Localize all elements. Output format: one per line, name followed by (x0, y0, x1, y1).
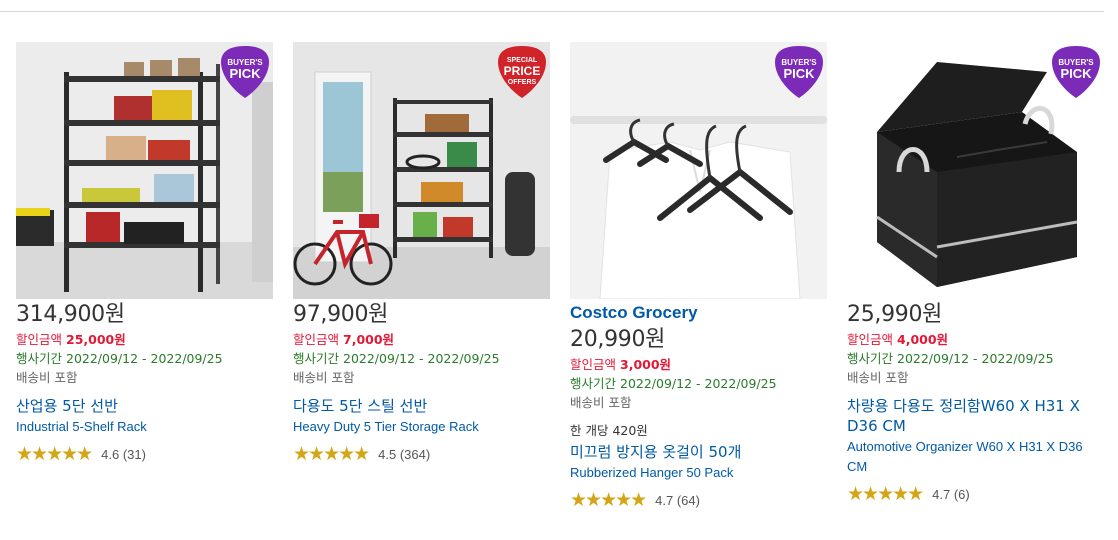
shipping-info: 배송비 포함 (847, 370, 909, 385)
discount-amount: 3,000원 (620, 357, 672, 372)
discount-amount: 4,000원 (897, 332, 949, 347)
buyers-pick-badge: BUYER'S PICK (221, 46, 269, 98)
shipping-info: 배송비 포함 (570, 395, 632, 410)
product-image-link[interactable]: BUYER'S PICK (570, 42, 827, 299)
period-label: 행사기간 (847, 351, 894, 366)
period-label: 행사기간 (293, 351, 340, 366)
product-image-link[interactable]: BUYER'S PICK (847, 42, 1104, 299)
svg-text:PICK: PICK (229, 66, 261, 81)
discount-info: 할인금액 25,000원 (16, 330, 273, 349)
product-card: BUYER'S PICK 314,900원 할인금액 25,000원 행사기간 … (16, 42, 273, 464)
star-rating-icon: ★★★★★ (570, 489, 647, 511)
product-price: 97,900원 (293, 302, 389, 327)
product-title-link[interactable]: 산업용 5단 선반 Industrial 5-Shelf Rack (16, 396, 273, 437)
product-title-english: Automotive Organizer W60 X H31 X D36 CM (847, 439, 1083, 474)
discount-label: 할인금액 (293, 332, 340, 347)
product-title-english: Rubberized Hanger 50 Pack (570, 465, 734, 480)
rating-text: 4.7 (6) (932, 486, 970, 502)
svg-text:SPECIAL: SPECIAL (507, 57, 538, 64)
star-rating-icon: ★★★★★ (16, 443, 93, 465)
product-card: BUYER'S PICK Costco Grocery 20,990원 할인금액… (570, 42, 827, 510)
svg-text:PICK: PICK (783, 66, 815, 81)
product-rating: ★★★★★ 4.5 (364) (293, 444, 550, 464)
star-rating-icon: ★★★★★ (293, 443, 370, 465)
discount-info: 할인금액 7,000원 (293, 330, 550, 349)
special-price-badge: SPECIAL PRICE OFFERS (498, 46, 546, 98)
product-title-korean: 산업용 5단 선반 (16, 397, 118, 415)
period-dates: 2022/09/12 - 2022/09/25 (620, 376, 777, 391)
shipping-info: 배송비 포함 (293, 370, 355, 385)
discount-label: 할인금액 (847, 332, 894, 347)
promotion-period: 행사기간 2022/09/12 - 2022/09/25 (570, 374, 827, 393)
rating-text: 4.6 (31) (101, 446, 146, 462)
product-title-link[interactable]: 미끄럼 방지용 옷걸이 50개 Rubberized Hanger 50 Pac… (570, 442, 827, 483)
promotion-period: 행사기간 2022/09/12 - 2022/09/25 (847, 349, 1104, 368)
discount-info: 할인금액 3,000원 (570, 355, 827, 374)
product-title-link[interactable]: 다용도 5단 스틸 선반 Heavy Duty 5 Tier Storage R… (293, 396, 550, 437)
product-title-korean: 다용도 5단 스틸 선반 (293, 397, 428, 415)
buyers-pick-badge: BUYER'S PICK (775, 46, 823, 98)
product-price: 25,990원 (847, 302, 943, 327)
unit-price: 한 개당 420원 (570, 423, 648, 438)
period-label: 행사기간 (570, 376, 617, 391)
discount-amount: 25,000원 (66, 332, 126, 347)
product-rating: ★★★★★ 4.6 (31) (16, 444, 273, 464)
svg-text:OFFERS: OFFERS (508, 79, 537, 86)
product-card: BUYER'S PICK 25,990원 할인금액 4,000원 행사기간 20… (847, 42, 1104, 504)
shipping-info: 배송비 포함 (16, 370, 78, 385)
buyers-pick-badge: BUYER'S PICK (1052, 46, 1100, 98)
discount-amount: 7,000원 (343, 332, 395, 347)
discount-info: 할인금액 4,000원 (847, 330, 1104, 349)
product-title-link[interactable]: 차량용 다용도 정리함W60 X H31 X D36 CM Automotive… (847, 396, 1104, 477)
brand-label: Costco Grocery (570, 303, 698, 322)
product-price: 314,900원 (16, 302, 125, 327)
promotion-period: 행사기간 2022/09/12 - 2022/09/25 (16, 349, 273, 368)
product-title-korean: 차량용 다용도 정리함W60 X H31 X D36 CM (847, 397, 1080, 435)
promotion-period: 행사기간 2022/09/12 - 2022/09/25 (293, 349, 550, 368)
product-rating: ★★★★★ 4.7 (64) (570, 490, 827, 510)
discount-label: 할인금액 (16, 332, 63, 347)
rating-text: 4.5 (364) (378, 446, 431, 462)
period-dates: 2022/09/12 - 2022/09/25 (897, 351, 1054, 366)
product-rating: ★★★★★ 4.7 (6) (847, 484, 1104, 504)
svg-text:PICK: PICK (1060, 66, 1092, 81)
product-card: SPECIAL PRICE OFFERS 97,900원 할인금액 7,000원… (293, 42, 550, 464)
product-title-korean: 미끄럼 방지용 옷걸이 50개 (570, 443, 742, 461)
period-label: 행사기간 (16, 351, 63, 366)
product-image-link[interactable]: SPECIAL PRICE OFFERS (293, 42, 550, 299)
product-price: 20,990원 (570, 327, 666, 352)
rating-text: 4.7 (64) (655, 492, 700, 508)
svg-text:PRICE: PRICE (504, 64, 541, 78)
product-image-link[interactable]: BUYER'S PICK (16, 42, 273, 299)
discount-label: 할인금액 (570, 357, 617, 372)
top-divider (0, 11, 1104, 12)
product-title-english: Industrial 5-Shelf Rack (16, 419, 147, 434)
period-dates: 2022/09/12 - 2022/09/25 (66, 351, 223, 366)
product-title-english: Heavy Duty 5 Tier Storage Rack (293, 419, 479, 434)
period-dates: 2022/09/12 - 2022/09/25 (343, 351, 500, 366)
star-rating-icon: ★★★★★ (847, 483, 924, 505)
